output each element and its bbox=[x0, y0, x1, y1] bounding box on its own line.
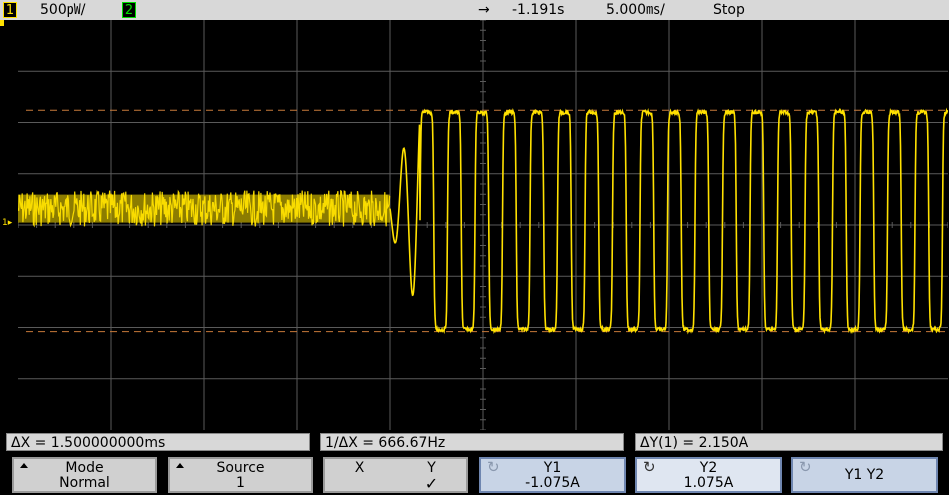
checkmark-icon: ✓ bbox=[424, 474, 439, 493]
channel-1-scale: 500㎺/ bbox=[40, 2, 86, 18]
xy-cursor-softkey[interactable]: X Y ✓ bbox=[323, 457, 468, 493]
edge-marker-top bbox=[0, 20, 4, 26]
y2-cursor-softkey[interactable]: ↻ Y2 1.075A bbox=[635, 457, 782, 493]
channel-1-indicator[interactable]: 1 bbox=[3, 2, 17, 18]
run-state: Stop bbox=[713, 2, 745, 18]
softkey-row: Mode Normal Source 1 X Y ✓ ↻ Y1 -1.075A … bbox=[0, 455, 949, 495]
y1-cursor-softkey[interactable]: ↻ Y1 -1.075A bbox=[479, 457, 626, 493]
timebase-scale: 5.000㎳/ bbox=[606, 2, 665, 18]
waveform-noise-fill bbox=[18, 194, 390, 223]
delta-x-readout: ΔX = 1.500000000ms bbox=[6, 433, 310, 451]
y1-y2-softkey[interactable]: ↻ Y1 Y2 bbox=[791, 457, 938, 493]
measurement-row: ΔX = 1.500000000ms 1/ΔX = 666.67Hz ΔY(1)… bbox=[0, 431, 949, 453]
inverse-delta-x-readout: 1/ΔX = 666.67Hz bbox=[320, 433, 624, 451]
graticule bbox=[18, 20, 948, 430]
channel-2-indicator[interactable]: 2 bbox=[122, 2, 136, 18]
delta-y-readout: ΔY(1) = 2.150A bbox=[635, 433, 943, 451]
waveform-display[interactable] bbox=[18, 20, 948, 430]
status-bar: 1 500㎺/ 2 → -1.191s 5.000㎳/ Stop bbox=[0, 0, 949, 20]
horizontal-delay: -1.191s bbox=[512, 2, 565, 18]
delay-arrow-icon: → bbox=[478, 2, 490, 18]
mode-softkey[interactable]: Mode Normal bbox=[12, 457, 157, 493]
channel-1-ground-marker[interactable]: 1▸ bbox=[2, 216, 16, 230]
